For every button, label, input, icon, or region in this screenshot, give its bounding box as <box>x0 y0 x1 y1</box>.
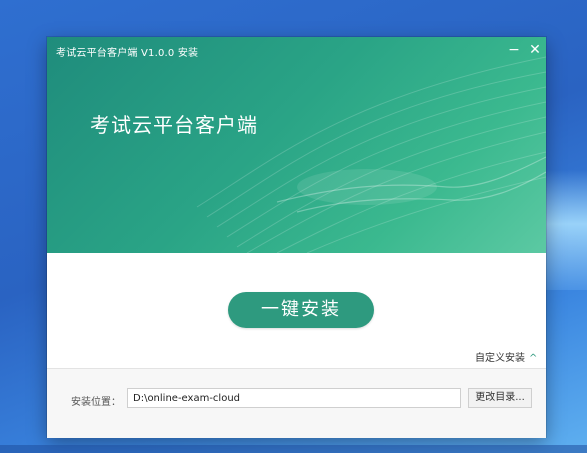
banner-heading: 考试云平台客户端 <box>90 113 258 137</box>
change-directory-button[interactable]: 更改目录... <box>468 388 532 408</box>
banner: 考试云平台客户端 V1.0.0 安装 − ✕ 考试云平台客户端 <box>47 37 546 253</box>
one-click-install-button[interactable]: 一键安装 <box>228 292 374 328</box>
install-path-row: 安装位置： D:\online-exam-cloud 更改目录... <box>47 368 546 438</box>
install-path-label: 安装位置： <box>71 397 121 408</box>
window-title: 考试云平台客户端 V1.0.0 安装 <box>56 48 199 59</box>
close-button[interactable]: ✕ <box>526 41 544 59</box>
custom-install-label: 自定义安装 <box>475 353 525 364</box>
installer-window: 考试云平台客户端 V1.0.0 安装 − ✕ 考试云平台客户端 一键安装 自定义… <box>47 37 546 438</box>
chevron-up-icon: ^ <box>529 353 538 364</box>
minimize-button[interactable]: − <box>505 41 523 59</box>
custom-install-toggle[interactable]: 自定义安装 ^ <box>475 349 537 364</box>
install-path-input[interactable]: D:\online-exam-cloud <box>127 388 461 408</box>
banner-wave-art <box>196 56 546 253</box>
taskbar-edge <box>0 445 587 453</box>
